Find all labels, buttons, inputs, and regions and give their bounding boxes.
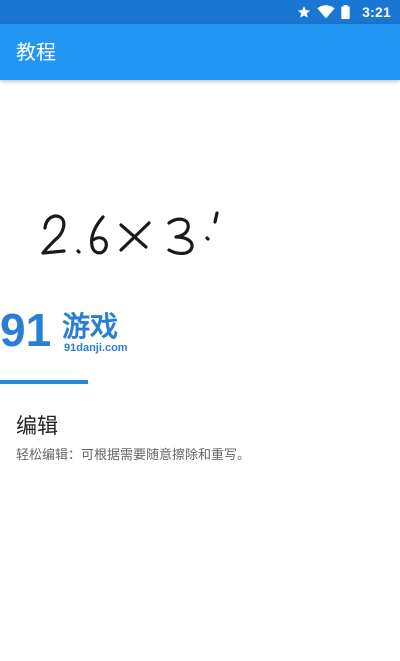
battery-icon bbox=[341, 5, 350, 19]
feature-description: 轻松编辑：可根据需要随意擦除和重写。 bbox=[16, 448, 251, 463]
svg-text:91: 91 bbox=[0, 304, 51, 356]
app-bar: 教程 bbox=[0, 24, 400, 80]
91danji-logo-icon: 91 游戏 91danji.com bbox=[0, 303, 129, 358]
svg-text:91danji.com: 91danji.com bbox=[64, 342, 128, 354]
status-time: 3:21 bbox=[362, 4, 391, 20]
status-icons: 3:21 bbox=[297, 0, 391, 24]
wifi-icon bbox=[317, 5, 335, 19]
star-icon bbox=[297, 5, 311, 19]
app-title: 教程 bbox=[16, 40, 56, 64]
page-indicator bbox=[0, 380, 88, 384]
watermark-logo: 91 游戏 91danji.com bbox=[0, 302, 140, 358]
feature-title: 编辑 bbox=[16, 414, 58, 438]
status-bar: 3:21 bbox=[0, 0, 400, 24]
svg-text:游戏: 游戏 bbox=[62, 311, 118, 342]
